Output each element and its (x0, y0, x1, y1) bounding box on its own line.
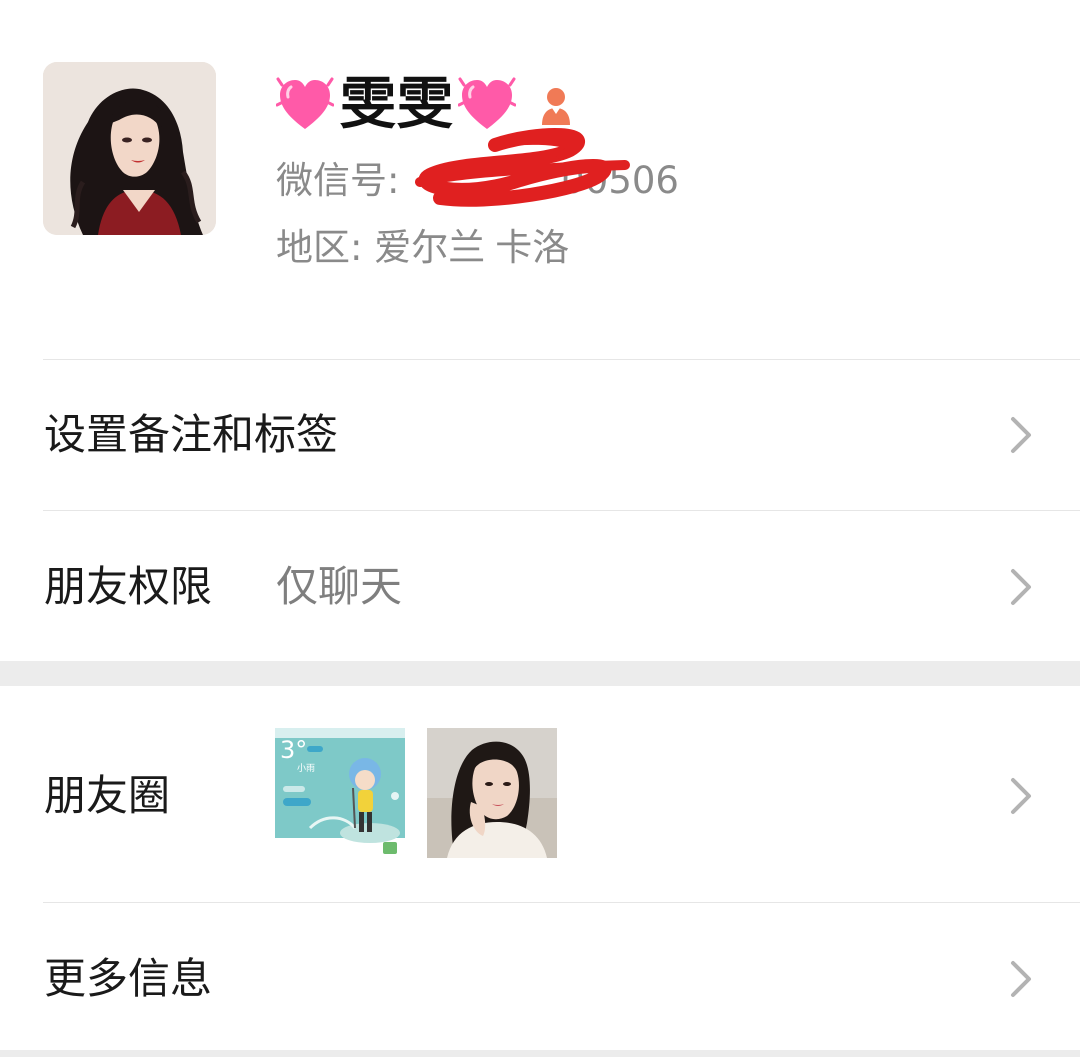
chevron-right-icon (1011, 417, 1031, 453)
region-label: 地区: (276, 226, 375, 269)
moments-thumbnail-photo[interactable] (427, 728, 557, 858)
avatar[interactable] (43, 62, 216, 235)
chevron-right-icon (1011, 961, 1031, 997)
row-moments[interactable]: 朋友圈 3° 小雨 (0, 686, 1080, 902)
chevron-right-icon (1011, 778, 1031, 814)
row-friend-permissions[interactable]: 朋友权限 仅聊天 (0, 511, 1080, 661)
row-label: 朋友圈 (44, 771, 171, 820)
row-more-info[interactable]: 更多信息 (0, 903, 1080, 1050)
weather-condition: 小雨 (297, 763, 315, 774)
row-label: 更多信息 (44, 954, 213, 1003)
row-label: 设置备注和标签 (44, 410, 339, 459)
row-label: 朋友权限 (44, 562, 213, 611)
wechat-id-label: 微信号: (276, 159, 412, 202)
row-remark-and-tags[interactable]: 设置备注和标签 (0, 360, 1080, 510)
moments-thumbnail-weather[interactable]: 3° 小雨 (275, 728, 405, 858)
section-gap (0, 661, 1080, 686)
redaction-scribble (415, 128, 630, 207)
section-gap (0, 1050, 1080, 1057)
chevron-right-icon (1011, 569, 1031, 605)
region-country: 爱尔兰 (374, 226, 486, 269)
profile-header: 雯雯 微信号: 00506 地区: 爱尔兰 卡洛 (0, 0, 1080, 359)
beating-heart-icon (276, 77, 334, 129)
weather-temperature: 3° (280, 736, 307, 764)
row-value: 仅聊天 (276, 562, 403, 611)
region-city: 卡洛 (495, 226, 570, 269)
region: 地区: 爱尔兰 卡洛 (276, 223, 569, 273)
